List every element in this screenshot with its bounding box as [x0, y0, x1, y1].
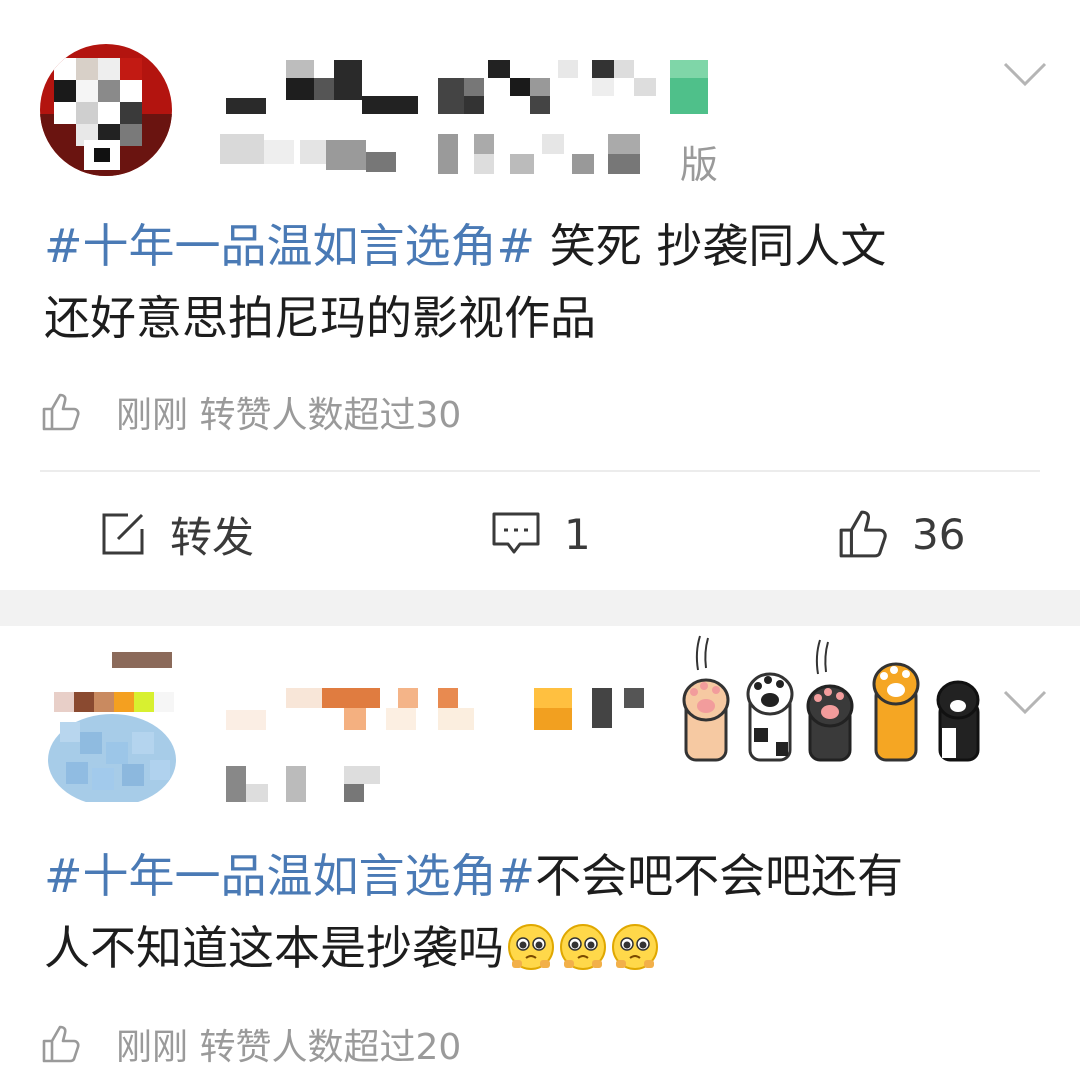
repost-button[interactable]: 转发 [98, 474, 254, 594]
post-text: #十年一品温如言选角# 笑死 抄袭同人文 还好意思拍尼玛的影视作品 [44, 210, 1044, 354]
weibo-post-2: #十年一品温如言选角#不会吧不会吧还有 人不知道这本是抄袭吗 刚刚 转赞人数超过… [0, 626, 1080, 1076]
text-line: 还好意思拍尼玛的影视作品 [44, 291, 596, 345]
comment-count: 1 [564, 509, 591, 559]
like-count: 36 [912, 509, 966, 559]
source-suffix: 版 [680, 143, 719, 187]
avatar[interactable] [40, 44, 172, 176]
pleading-face-icon [508, 924, 554, 970]
repost-icon [102, 513, 144, 555]
like-info: 刚刚 转赞人数超过30 [40, 386, 461, 438]
username[interactable] [226, 56, 716, 124]
weibo-post-1: 版 #十年一品温如言选角# 笑死 抄袭同人文 还好意思拍尼玛的影视作品 刚刚 转… [0, 0, 1080, 590]
hashtag-link[interactable]: #十年一品温如言选角# [44, 849, 535, 903]
repost-label: 转发 [170, 512, 255, 562]
comment-button[interactable]: 1 [490, 474, 591, 594]
hashtag-link[interactable]: #十年一品温如言选角# [44, 219, 535, 273]
username[interactable] [226, 686, 656, 760]
post-text: #十年一品温如言选角#不会吧不会吧还有 人不知道这本是抄袭吗 [44, 840, 1054, 984]
thumb-up-icon [42, 1025, 80, 1063]
like-info-text: 刚刚 转赞人数超过20 [116, 1027, 462, 1068]
text-line: 笑死 抄袭同人文 [535, 219, 887, 273]
pleading-face-icon [612, 924, 658, 970]
post-meta [220, 130, 640, 182]
like-button[interactable]: 36 [836, 474, 965, 594]
comment-icon [492, 512, 540, 554]
chevron-down-icon[interactable] [1002, 688, 1047, 728]
divider [40, 470, 1040, 472]
action-bar: 转发 1 36 [0, 474, 1080, 594]
post-meta [226, 764, 386, 810]
text-line: 不会吧不会吧还有 [535, 849, 904, 903]
post-separator [0, 590, 1080, 626]
text-line: 人不知道这本是抄袭吗 [44, 921, 504, 975]
thumb-up-icon [42, 393, 80, 431]
cat-paws-decoration [680, 632, 980, 766]
pleading-face-icon [560, 924, 606, 970]
like-info: 刚刚 转赞人数超过20 [40, 1018, 461, 1070]
chevron-down-icon[interactable] [1002, 60, 1047, 100]
thumb-up-icon [839, 510, 887, 558]
like-info-text: 刚刚 转赞人数超过30 [116, 395, 462, 436]
avatar[interactable] [46, 652, 178, 802]
